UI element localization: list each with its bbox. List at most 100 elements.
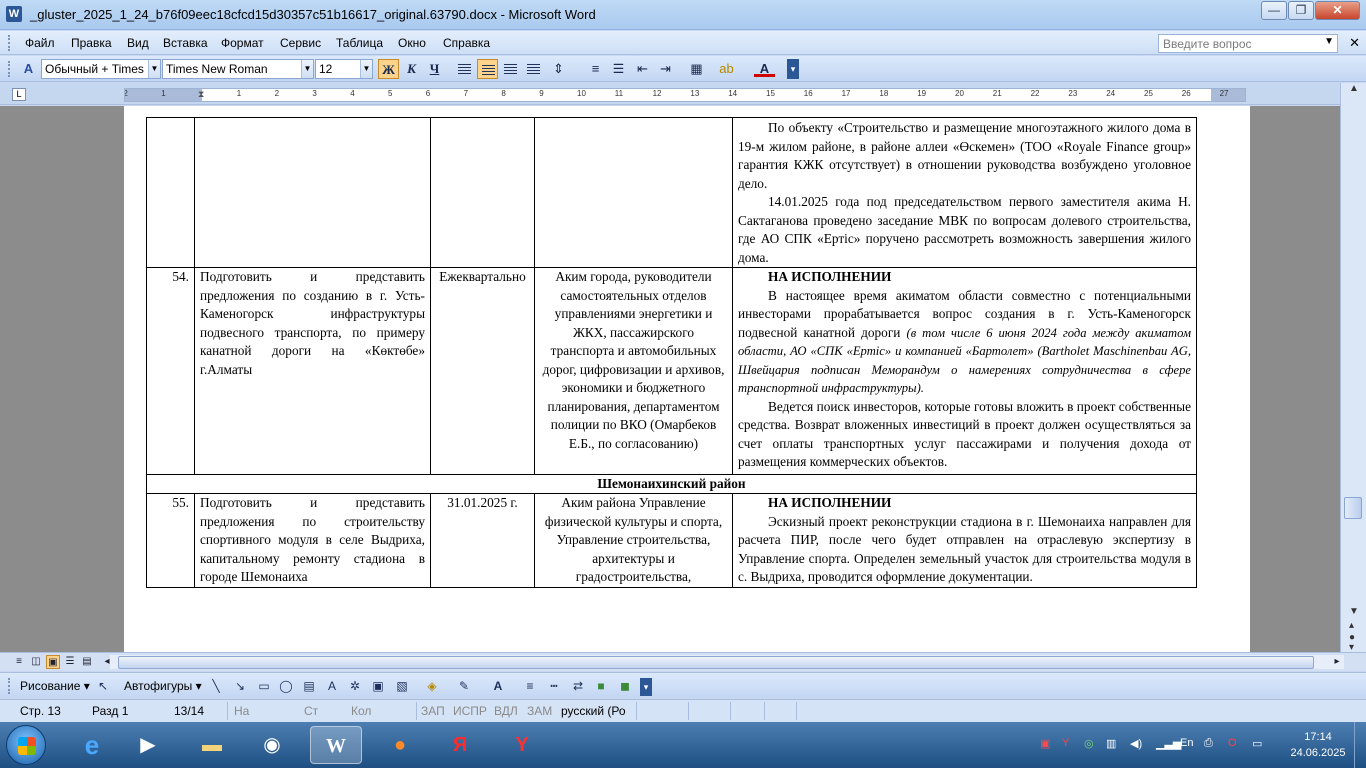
arrow-style-icon[interactable]: ⇄ — [570, 678, 586, 694]
menu-grip[interactable] — [8, 35, 11, 51]
clipart-tool-icon[interactable]: ▣ — [370, 678, 386, 694]
normal-view-icon[interactable]: ≡ — [12, 655, 26, 669]
file-explorer-icon[interactable]: ▬ — [186, 726, 238, 764]
deadline-text[interactable]: 31.01.2025 г. — [430, 493, 535, 588]
row-number[interactable]: 55. — [146, 493, 195, 588]
vertical-scrollbar[interactable]: ▲ ▼ ▴ ● ▾ — [1340, 83, 1366, 653]
line-tool-icon[interactable]: ╲ — [208, 678, 224, 694]
styles-pane-icon[interactable]: A — [18, 59, 39, 79]
monitor-tray-icon[interactable]: ▭ — [1252, 737, 1262, 750]
status-pages[interactable]: 13/14 — [174, 704, 204, 718]
picture-tool-icon[interactable]: ▧ — [394, 678, 410, 694]
status-cell[interactable]: НА ИСПОЛНЕНИИ Эскизный проект реконструк… — [732, 493, 1197, 588]
toolbar-options-icon[interactable]: ▾ — [787, 59, 799, 79]
autoshapes-menu-button[interactable]: Автофигуры ▾ — [124, 679, 202, 693]
menu-help[interactable]: Справка — [443, 36, 490, 50]
menu-edit[interactable]: Правка — [71, 36, 112, 50]
status-at[interactable]: На — [234, 704, 249, 718]
tab-selector[interactable]: L — [12, 88, 26, 101]
highlight-button[interactable]: ab — [716, 59, 737, 79]
reading-view-icon[interactable]: ▤ — [80, 655, 94, 669]
start-button[interactable] — [6, 725, 46, 765]
scroll-thumb[interactable] — [1344, 497, 1362, 519]
scroll-left-icon[interactable]: ◂ — [100, 655, 114, 669]
status-page[interactable]: Стр. 13 — [20, 704, 61, 718]
drawing-menu-button[interactable]: Рисование ▾ — [20, 679, 90, 693]
shadow-style-icon[interactable]: ■ — [593, 678, 609, 694]
network-tray-icon[interactable]: ▥ — [1106, 737, 1116, 750]
internet-explorer-icon[interactable]: e — [66, 726, 118, 764]
font-color-button[interactable]: A — [754, 59, 775, 77]
scroll-right-icon[interactable]: ▸ — [1330, 655, 1344, 669]
media-player-icon[interactable]: ▶ — [122, 726, 174, 764]
menu-table[interactable]: Таблица — [336, 36, 383, 50]
increase-indent-button[interactable]: ⇥ — [655, 59, 676, 79]
line-style-icon[interactable]: ≡ — [522, 678, 538, 694]
clock[interactable]: 17:14 24.06.2025 — [1286, 729, 1350, 761]
status-line[interactable]: Ст — [304, 704, 318, 718]
word-app-icon[interactable]: W — [6, 6, 22, 22]
task-text[interactable]: Подготовить и представить предложения по… — [194, 267, 431, 475]
status-section[interactable]: Разд 1 — [92, 704, 128, 718]
align-right-button[interactable] — [500, 59, 521, 79]
page[interactable]: По объекту «Строительство и размещение м… — [124, 106, 1250, 652]
opera-tray-icon[interactable]: O — [1228, 737, 1237, 749]
horizontal-scrollbar[interactable]: ≡ ◫ ▣ ☰ ▤ ◂ ▸ — [0, 652, 1366, 671]
section-heading[interactable]: Шемонаихинский район — [146, 473, 1197, 494]
camera-app-icon[interactable]: ◉ — [246, 726, 298, 764]
status-trk[interactable]: ИСПР — [453, 704, 487, 718]
scroll-thumb[interactable] — [118, 656, 1314, 669]
menu-insert[interactable]: Вставка — [163, 36, 208, 50]
arrow-tool-icon[interactable]: ↘ — [232, 678, 248, 694]
bold-button[interactable]: Ж — [378, 59, 399, 79]
decrease-indent-button[interactable]: ⇤ — [632, 59, 653, 79]
align-left-button[interactable] — [454, 59, 475, 79]
scroll-down-icon[interactable]: ▼ — [1349, 606, 1359, 617]
volume-tray-icon[interactable]: ◀) — [1130, 737, 1142, 750]
wordart-tool-icon[interactable]: A — [324, 678, 340, 694]
chevron-down-icon[interactable]: ▼ — [148, 60, 160, 78]
minimize-button[interactable]: — — [1261, 1, 1287, 20]
rectangle-tool-icon[interactable]: ▭ — [256, 678, 272, 694]
status-ovr[interactable]: ЗАМ — [527, 704, 552, 718]
toolbar-grip[interactable] — [8, 61, 11, 77]
show-desktop-button[interactable] — [1354, 722, 1366, 768]
select-objects-icon[interactable]: ↖ — [95, 678, 111, 694]
table-cell[interactable] — [534, 117, 733, 268]
fill-color-icon[interactable]: ◈ — [424, 678, 440, 694]
italic-button[interactable]: К — [401, 59, 422, 79]
close-button[interactable]: ✕ — [1315, 1, 1360, 20]
sync-tray-icon[interactable]: ◎ — [1084, 737, 1094, 750]
menu-view[interactable]: Вид — [127, 36, 149, 50]
outline-view-icon[interactable]: ☰ — [63, 655, 77, 669]
table-cell[interactable]: По объекту «Строительство и размещение м… — [732, 117, 1197, 268]
borders-button[interactable]: ▦ — [686, 59, 707, 79]
horizontal-ruler[interactable]: ⧗ 21123456789101112131415161718192021222… — [124, 88, 1246, 102]
chevron-down-icon[interactable]: ▼ — [360, 60, 372, 78]
word-taskbar-icon[interactable]: W — [310, 726, 362, 764]
table-cell[interactable] — [194, 117, 431, 268]
status-column[interactable]: Кол — [351, 704, 371, 718]
previous-page-icon[interactable]: ▴ — [1349, 620, 1354, 631]
menu-format[interactable]: Формат — [221, 36, 264, 50]
diagram-tool-icon[interactable]: ✲ — [347, 678, 363, 694]
status-cell[interactable]: НА ИСПОЛНЕНИИ В настоящее время акиматом… — [732, 267, 1197, 475]
language-indicator[interactable]: En — [1180, 737, 1193, 749]
deadline-text[interactable]: Ежеквартально — [430, 267, 535, 475]
close-document-icon[interactable]: ✕ — [1349, 35, 1360, 51]
font-color-icon[interactable]: A — [490, 678, 506, 694]
chevron-down-icon[interactable]: ▼ — [301, 60, 313, 78]
document-table[interactable]: По объекту «Строительство и размещение м… — [146, 117, 1197, 588]
yandex-browser-icon[interactable]: Y — [496, 726, 548, 764]
help-search-input[interactable]: Введите вопрос ▼ — [1158, 34, 1338, 53]
font-size-select[interactable]: 12 ▼ — [315, 59, 373, 79]
dash-style-icon[interactable]: ┅ — [546, 678, 562, 694]
yandex-icon[interactable]: Я — [434, 726, 486, 764]
table-cell[interactable] — [430, 117, 535, 268]
font-select[interactable]: Times New Roman ▼ — [162, 59, 314, 79]
firefox-icon[interactable]: ● — [374, 726, 426, 764]
menu-file[interactable]: Файл — [25, 36, 55, 50]
table-cell[interactable] — [146, 117, 195, 268]
web-view-icon[interactable]: ◫ — [29, 655, 43, 669]
chevron-down-icon[interactable]: ▼ — [1324, 36, 1334, 47]
